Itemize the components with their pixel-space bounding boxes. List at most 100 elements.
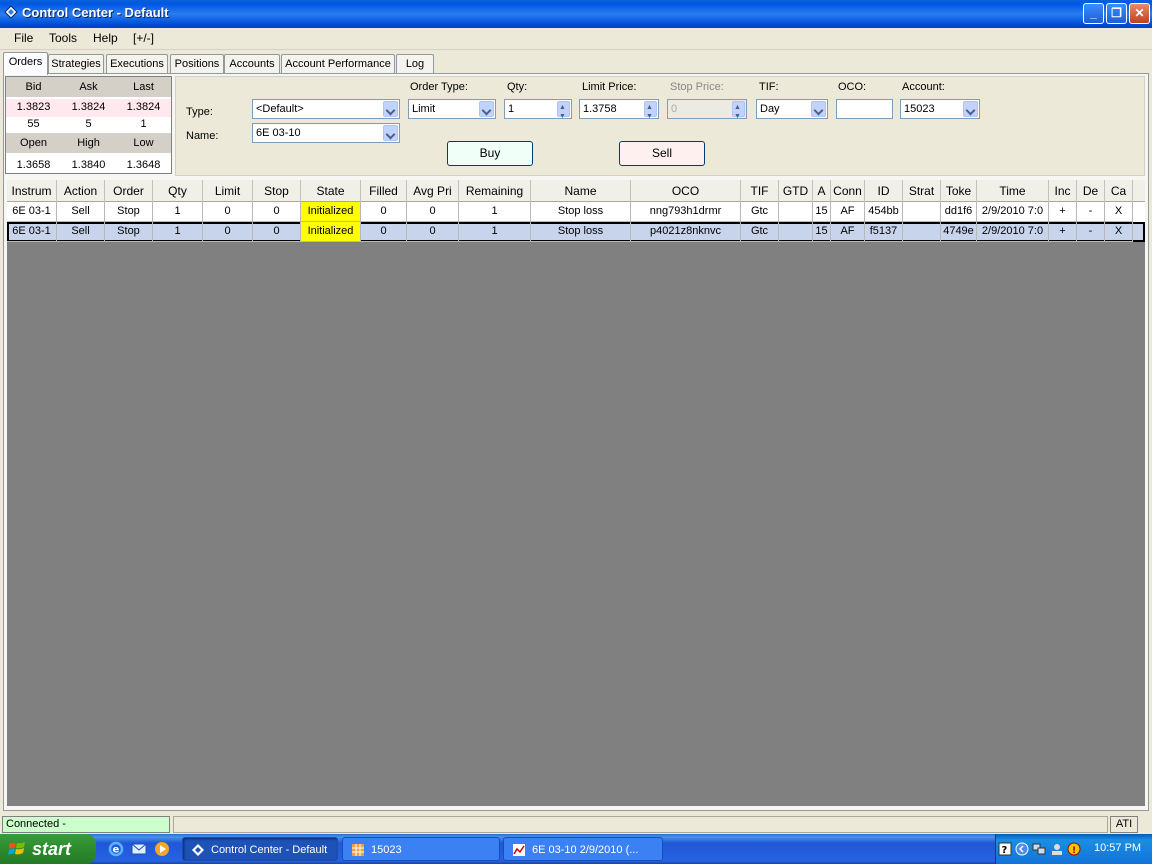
table-row[interactable]: 6E 03-1 Sell Stop 1 0 0 Initialized 0 0 1 Stop los… bbox=[7, 202, 1145, 222]
close-icon: ✕ bbox=[1134, 6, 1145, 20]
name-value: 6E 03-10 bbox=[256, 127, 301, 139]
buy-button[interactable]: Buy bbox=[447, 141, 533, 166]
minimize-button[interactable]: _ bbox=[1083, 3, 1104, 24]
name-label: Name: bbox=[186, 130, 219, 142]
chevron-left-icon[interactable] bbox=[1015, 842, 1029, 856]
user-icon[interactable] bbox=[1050, 842, 1064, 856]
menu-help[interactable]: Help bbox=[93, 31, 118, 45]
ask-header: Ask bbox=[79, 81, 98, 93]
tif-select[interactable]: Day bbox=[756, 99, 828, 119]
col-header-order[interactable]: Order bbox=[105, 180, 153, 202]
menu-tools[interactable]: Tools bbox=[49, 31, 77, 45]
col-header-state[interactable]: State bbox=[301, 180, 361, 202]
col-header-tif[interactable]: TIF bbox=[741, 180, 779, 202]
col-header-token[interactable]: Toke bbox=[941, 180, 977, 202]
tab-strategies[interactable]: Strategies bbox=[48, 54, 104, 74]
cell-cancel[interactable]: X bbox=[1105, 222, 1133, 242]
cell-inc[interactable]: + bbox=[1049, 202, 1077, 222]
spin-arrows-icon[interactable] bbox=[557, 99, 570, 126]
cell-id: f5137 bbox=[865, 222, 903, 242]
task-control-center[interactable]: Control Center - Default bbox=[182, 837, 338, 861]
open-price: 1.3658 bbox=[16, 159, 51, 171]
qty-value: 1 bbox=[508, 103, 515, 115]
cell-a: 15 bbox=[813, 222, 831, 242]
name-select[interactable]: 6E 03-10 bbox=[252, 123, 400, 143]
chevron-down-icon[interactable] bbox=[383, 125, 398, 141]
close-button[interactable]: ✕ bbox=[1129, 3, 1150, 24]
chevron-down-icon[interactable] bbox=[811, 101, 826, 117]
cell-order: Stop bbox=[105, 222, 153, 242]
task-15023[interactable]: 15023 bbox=[342, 837, 500, 861]
order-type-select[interactable]: Limit bbox=[408, 99, 496, 119]
cell-remaining: 1 bbox=[459, 222, 531, 242]
col-header-gtd[interactable]: GTD bbox=[779, 180, 813, 202]
col-header-action[interactable]: Action bbox=[57, 180, 105, 202]
status-message-area bbox=[173, 816, 1108, 833]
menu-file[interactable]: File bbox=[14, 31, 33, 45]
col-header-instrument[interactable]: Instrum bbox=[7, 180, 57, 202]
chevron-down-icon[interactable] bbox=[383, 101, 398, 117]
cell-tif: Gtc bbox=[741, 202, 779, 222]
tab-positions[interactable]: Positions bbox=[170, 54, 224, 74]
chevron-down-icon[interactable] bbox=[479, 101, 494, 117]
start-button[interactable]: start bbox=[0, 834, 96, 864]
col-header-stop[interactable]: Stop bbox=[253, 180, 301, 202]
tab-accounts[interactable]: Accounts bbox=[224, 54, 280, 74]
cell-cancel[interactable]: X bbox=[1105, 202, 1133, 222]
type-select[interactable]: <Default> bbox=[252, 99, 400, 119]
col-header-id[interactable]: ID bbox=[865, 180, 903, 202]
col-header-avg-price[interactable]: Avg Pri bbox=[407, 180, 459, 202]
table-row-selected[interactable]: 6E 03-1 Sell Stop 1 0 0 Initialized 0 0 1 Stop los… bbox=[7, 222, 1145, 242]
col-header-inc[interactable]: Inc bbox=[1049, 180, 1077, 202]
title-bar[interactable]: Control Center - Default _ ❐ ✕ bbox=[0, 0, 1152, 28]
col-header-conn[interactable]: Conn bbox=[831, 180, 865, 202]
media-player-icon[interactable] bbox=[154, 841, 170, 857]
restore-button[interactable]: ❐ bbox=[1106, 3, 1127, 24]
help-icon[interactable]: ? bbox=[998, 842, 1012, 856]
quote-header-row: Bid Ask Last bbox=[6, 77, 171, 97]
tab-orders[interactable]: Orders bbox=[3, 52, 48, 75]
cell-dec[interactable]: - bbox=[1077, 222, 1105, 242]
account-select[interactable]: 15023 bbox=[900, 99, 980, 119]
col-header-strat[interactable]: Strat bbox=[903, 180, 941, 202]
tab-log[interactable]: Log bbox=[396, 54, 434, 74]
col-header-a[interactable]: A bbox=[813, 180, 831, 202]
col-header-time[interactable]: Time bbox=[977, 180, 1049, 202]
status-bar: Connected - TradingTechnologies ATI bbox=[0, 814, 1152, 845]
cell-limit: 0 bbox=[203, 202, 253, 222]
outlook-express-icon[interactable] bbox=[131, 841, 147, 857]
bid-size: 55 bbox=[27, 118, 40, 130]
sell-button[interactable]: Sell bbox=[619, 141, 705, 166]
qty-stepper[interactable]: 1 bbox=[504, 99, 572, 126]
col-header-qty[interactable]: Qty bbox=[153, 180, 203, 202]
limit-price-stepper[interactable]: 1.3758 bbox=[579, 99, 659, 126]
network-icon[interactable] bbox=[1032, 842, 1046, 856]
cell-inc[interactable]: + bbox=[1049, 222, 1077, 242]
ask-size: 5 bbox=[85, 118, 92, 130]
svg-text:?: ? bbox=[1002, 845, 1008, 856]
col-header-remaining[interactable]: Remaining bbox=[459, 180, 531, 202]
tab-executions[interactable]: Executions bbox=[106, 54, 168, 74]
bid-price: 1.3823 bbox=[16, 101, 51, 113]
grid-header-row: Instrum Action Order Qty Limit Stop State Fille… bbox=[7, 180, 1145, 202]
shield-alert-icon[interactable]: ! bbox=[1067, 842, 1081, 856]
cell-filled: 0 bbox=[361, 202, 407, 222]
spin-arrows-icon[interactable] bbox=[644, 99, 657, 126]
tab-account-performance[interactable]: Account Performance bbox=[281, 54, 395, 74]
col-header-name[interactable]: Name bbox=[531, 180, 631, 202]
col-header-limit[interactable]: Limit bbox=[203, 180, 253, 202]
cell-dec[interactable]: - bbox=[1077, 202, 1105, 222]
cell-limit: 0 bbox=[203, 222, 253, 242]
menu-toggle[interactable]: [+/-] bbox=[133, 31, 154, 45]
limit-price-value: 1.3758 bbox=[583, 103, 617, 115]
col-header-oco[interactable]: OCO bbox=[631, 180, 741, 202]
internet-explorer-icon[interactable]: e bbox=[108, 841, 124, 857]
chevron-down-icon[interactable] bbox=[963, 101, 978, 117]
col-header-cancel[interactable]: Ca bbox=[1105, 180, 1133, 202]
task-chart[interactable]: 6E 03-10 2/9/2010 (... bbox=[503, 837, 663, 861]
col-header-dec[interactable]: De bbox=[1077, 180, 1105, 202]
cell-instrument: 6E 03-1 bbox=[7, 202, 57, 222]
oco-input[interactable] bbox=[836, 99, 893, 119]
col-header-filled[interactable]: Filled bbox=[361, 180, 407, 202]
connection-status: Connected - TradingTechnologies bbox=[2, 816, 170, 845]
